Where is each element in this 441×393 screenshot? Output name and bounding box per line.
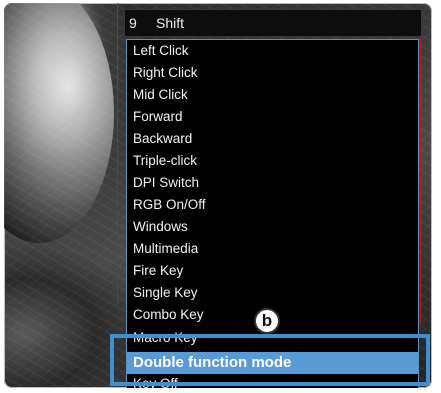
menu-item-dpi-switch[interactable]: DPI Switch: [133, 175, 199, 190]
key-assignment-header[interactable]: 9 Shift: [124, 9, 422, 37]
menu-item-mid-click[interactable]: Mid Click: [133, 87, 188, 102]
menu-item-forward[interactable]: Forward: [133, 109, 183, 124]
menu-item-backward[interactable]: Backward: [133, 131, 192, 146]
red-guide-line: [420, 23, 421, 323]
red-guide-line: [117, 3, 118, 303]
menu-item-combo-key[interactable]: Combo Key: [133, 307, 204, 322]
menu-item-single-key[interactable]: Single Key: [133, 285, 198, 300]
menu-item-windows[interactable]: Windows: [133, 219, 188, 234]
screenshot-frame: 9 Shift Left Click Right Click Mid Click…: [4, 3, 432, 388]
callout-highlight-box: [110, 334, 430, 386]
menu-item-rgb-onoff[interactable]: RGB On/Off: [133, 197, 206, 212]
menu-item-fire-key[interactable]: Fire Key: [133, 263, 183, 278]
menu-item-left-click[interactable]: Left Click: [133, 43, 189, 58]
button-number: 9: [129, 15, 137, 31]
menu-item-triple-click[interactable]: Triple-click: [133, 153, 197, 168]
menu-item-multimedia[interactable]: Multimedia: [133, 241, 198, 256]
current-assignment: Shift: [156, 15, 185, 31]
menu-item-right-click[interactable]: Right Click: [133, 65, 198, 80]
callout-label-badge: b: [254, 308, 280, 334]
